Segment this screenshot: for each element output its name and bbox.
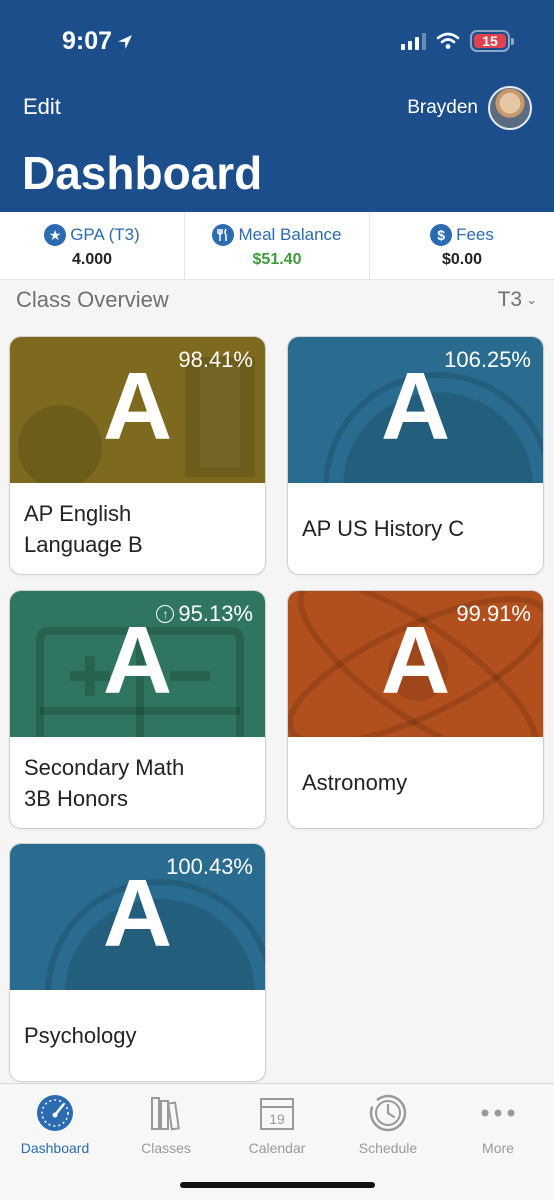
clock-history-icon xyxy=(369,1094,407,1132)
tab-more[interactable]: More xyxy=(443,1092,553,1156)
tab-calendar[interactable]: 19 Calendar xyxy=(222,1092,332,1156)
tab-label: More xyxy=(482,1140,514,1156)
clock: 9:07 xyxy=(62,27,113,55)
grade-letter: A xyxy=(102,860,173,967)
term-selector[interactable]: T3 ⌄ xyxy=(498,288,537,312)
tab-label: Schedule xyxy=(358,1140,418,1156)
stat-value: 4.000 xyxy=(71,251,113,268)
battery-icon: 15 xyxy=(470,30,514,52)
edit-button[interactable]: Edit xyxy=(23,94,61,120)
class-card[interactable]: 98.41% A AP English Language B xyxy=(9,336,266,575)
grade-letter: A xyxy=(102,353,173,460)
tab-dashboard[interactable]: Dashboard xyxy=(0,1092,110,1156)
grade-banner: 99.91% A xyxy=(288,591,543,737)
class-card[interactable]: 106.25% A AP US History C xyxy=(287,336,544,575)
section-title: Class Overview xyxy=(16,287,169,312)
tab-classes[interactable]: Classes xyxy=(111,1092,221,1156)
stat-gpa[interactable]: ★ GPA (T3) 4.000 xyxy=(0,212,185,279)
calendar-day: 19 xyxy=(269,1111,285,1127)
grade-banner: 106.25% A xyxy=(288,337,543,483)
tab-label: Classes xyxy=(141,1140,191,1156)
chevron-down-icon: ⌄ xyxy=(526,292,537,307)
books-icon xyxy=(151,1097,180,1131)
avatar[interactable] xyxy=(488,86,532,130)
app-header: 9:07 15 Edit Brayden Dashboard xyxy=(0,0,554,212)
grade-letter: A xyxy=(102,607,173,714)
class-card[interactable]: 99.91% A Astronomy xyxy=(287,590,544,829)
grade-banner: 98.41% A xyxy=(10,337,265,483)
tab-label: Dashboard xyxy=(20,1140,90,1156)
stat-value: $51.40 xyxy=(252,251,302,268)
calendar-icon: 19 xyxy=(260,1098,294,1130)
page-title: Dashboard xyxy=(22,147,263,199)
speedometer-icon xyxy=(37,1095,73,1131)
status-time: 9:07 xyxy=(62,27,134,56)
tab-schedule[interactable]: Schedule xyxy=(333,1092,443,1156)
utensils-icon xyxy=(212,224,235,246)
stat-meal-balance[interactable]: Meal Balance $51.40 xyxy=(185,212,370,279)
class-name: AP US History C xyxy=(302,516,465,542)
grade-banner: ↑ 95.13% A xyxy=(10,591,265,737)
term-value: T3 xyxy=(497,288,523,311)
user-profile[interactable]: Brayden xyxy=(407,86,532,130)
battery-level: 15 xyxy=(474,33,506,49)
cellular-signal-icon xyxy=(401,32,426,50)
stat-label: GPA (T3) xyxy=(70,225,140,244)
wifi-icon xyxy=(436,32,460,49)
user-name: Brayden xyxy=(407,97,478,118)
grade-letter: A xyxy=(380,607,451,714)
stat-label: Fees xyxy=(456,225,494,244)
stat-value: $0.00 xyxy=(441,251,483,268)
summary-stats: ★ GPA (T3) 4.000 Meal Balance $51.40 $ F… xyxy=(0,212,554,280)
class-name: AP English Language B xyxy=(24,500,143,557)
dollar-icon: $ xyxy=(430,224,453,246)
status-icons: 15 xyxy=(401,30,514,52)
class-name: Astronomy xyxy=(302,770,408,796)
star-icon: ★ xyxy=(44,224,67,246)
home-indicator[interactable] xyxy=(180,1182,375,1188)
class-card[interactable]: 100.43% A Psychology xyxy=(9,843,266,1082)
location-arrow-icon xyxy=(118,34,133,49)
class-name: Secondary Math 3B Honors xyxy=(24,754,185,811)
stat-fees[interactable]: $ Fees $0.00 xyxy=(370,212,554,279)
tab-label: Calendar xyxy=(248,1140,306,1156)
grade-letter: A xyxy=(380,353,451,460)
class-card[interactable]: ↑ 95.13% A Secondary Math 3B Honors xyxy=(9,590,266,829)
class-name: Psychology xyxy=(24,1023,137,1049)
grade-banner: 100.43% A xyxy=(10,844,265,990)
stat-label: Meal Balance xyxy=(238,225,342,244)
more-dots-icon xyxy=(481,1109,515,1117)
